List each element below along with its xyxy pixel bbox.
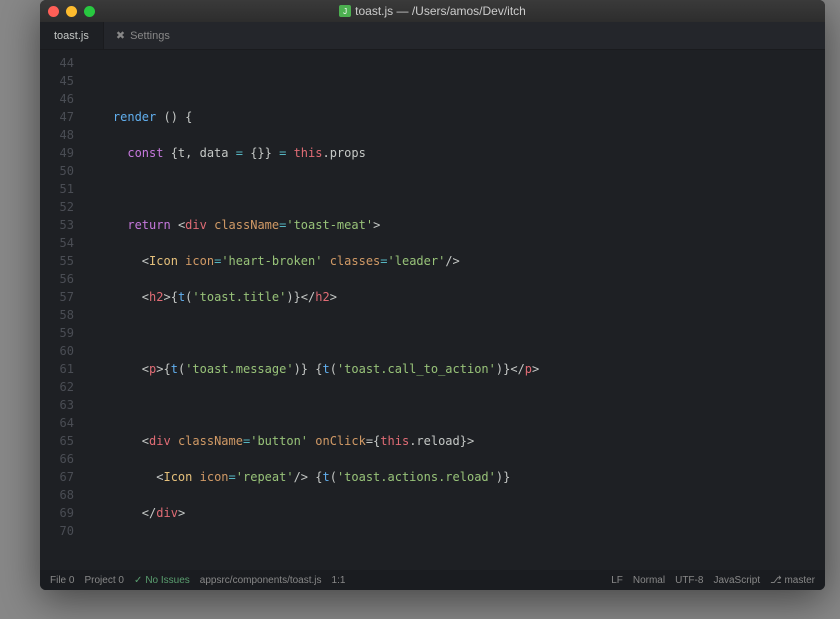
titlebar[interactable]: J toast.js — /Users/amos/Dev/itch <box>40 0 825 22</box>
tab-bar: toast.js ✖ Settings <box>40 22 825 50</box>
status-path[interactable]: appsrc/components/toast.js <box>200 575 322 586</box>
line-gutter: 44 45 46 47 48 49 50 51 52 53 54 55 56 5… <box>40 50 84 570</box>
line-number: 63 <box>40 396 74 414</box>
line-number: 54 <box>40 234 74 252</box>
code-line <box>84 324 825 342</box>
minimize-icon[interactable] <box>66 6 77 17</box>
window-title: J toast.js — /Users/amos/Dev/itch <box>40 4 825 18</box>
line-number: 49 <box>40 144 74 162</box>
line-number: 60 <box>40 342 74 360</box>
maximize-icon[interactable] <box>84 6 95 17</box>
line-number: 64 <box>40 414 74 432</box>
wrench-icon: ✖ <box>116 29 125 42</box>
window-controls <box>48 6 95 17</box>
line-number: 67 <box>40 468 74 486</box>
code-line: render () { <box>84 108 825 126</box>
line-number: 48 <box>40 126 74 144</box>
line-number: 52 <box>40 198 74 216</box>
status-encoding[interactable]: UTF-8 <box>675 575 703 586</box>
settings-label: Settings <box>130 30 170 42</box>
code-line <box>84 540 825 558</box>
line-number: 46 <box>40 90 74 108</box>
line-number: 55 <box>40 252 74 270</box>
code-line: return <div className='toast-meat'> <box>84 216 825 234</box>
title-text: toast.js — /Users/amos/Dev/itch <box>355 4 526 18</box>
code-line: <div className='button' onClick={this.re… <box>84 432 825 450</box>
code-line: </div> <box>84 504 825 522</box>
line-number: 51 <box>40 180 74 198</box>
status-file[interactable]: File 0 <box>50 575 74 586</box>
check-icon: ✓ <box>134 575 142 586</box>
status-cursor-pos[interactable]: 1:1 <box>332 575 346 586</box>
line-number: 70 <box>40 522 74 540</box>
code-line: <Icon icon='heart-broken' classes='leade… <box>84 252 825 270</box>
code-line: <h2>{t('toast.title')}</h2> <box>84 288 825 306</box>
line-number: 58 <box>40 306 74 324</box>
line-number: 44 <box>40 54 74 72</box>
line-number: 69 <box>40 504 74 522</box>
line-number: 50 <box>40 162 74 180</box>
code-content[interactable]: render () { const {t, data = {}} = this.… <box>84 50 825 570</box>
line-number: 61 <box>40 360 74 378</box>
status-issues[interactable]: ✓No Issues <box>134 575 190 586</box>
status-line-ending[interactable]: LF <box>611 575 623 586</box>
code-line: <Icon icon='repeat'/> {t('toast.actions.… <box>84 468 825 486</box>
line-number: 59 <box>40 324 74 342</box>
editor-area[interactable]: 44 45 46 47 48 49 50 51 52 53 54 55 56 5… <box>40 50 825 570</box>
js-file-icon: J <box>339 5 351 17</box>
line-number: 57 <box>40 288 74 306</box>
tab-label: toast.js <box>54 30 89 42</box>
tab-settings[interactable]: ✖ Settings <box>104 22 182 49</box>
line-number: 45 <box>40 72 74 90</box>
line-number: 66 <box>40 450 74 468</box>
status-mode[interactable]: Normal <box>633 575 665 586</box>
code-line <box>84 396 825 414</box>
tab-toast-js[interactable]: toast.js <box>40 22 104 49</box>
line-number: 56 <box>40 270 74 288</box>
line-number: 53 <box>40 216 74 234</box>
code-line: const {t, data = {}} = this.props <box>84 144 825 162</box>
code-line <box>84 72 825 90</box>
line-number: 68 <box>40 486 74 504</box>
status-language[interactable]: JavaScript <box>713 575 760 586</box>
code-line <box>84 180 825 198</box>
status-project[interactable]: Project 0 <box>84 575 123 586</box>
status-branch[interactable]: ⎇ master <box>770 575 815 586</box>
close-icon[interactable] <box>48 6 59 17</box>
status-bar: File 0 Project 0 ✓No Issues appsrc/compo… <box>40 570 825 590</box>
editor-window: J toast.js — /Users/amos/Dev/itch toast.… <box>40 0 825 590</box>
line-number: 65 <box>40 432 74 450</box>
git-branch-icon: ⎇ <box>770 575 782 586</box>
code-line: <p>{t('toast.message')} {t('toast.call_t… <box>84 360 825 378</box>
line-number: 47 <box>40 108 74 126</box>
line-number: 62 <box>40 378 74 396</box>
